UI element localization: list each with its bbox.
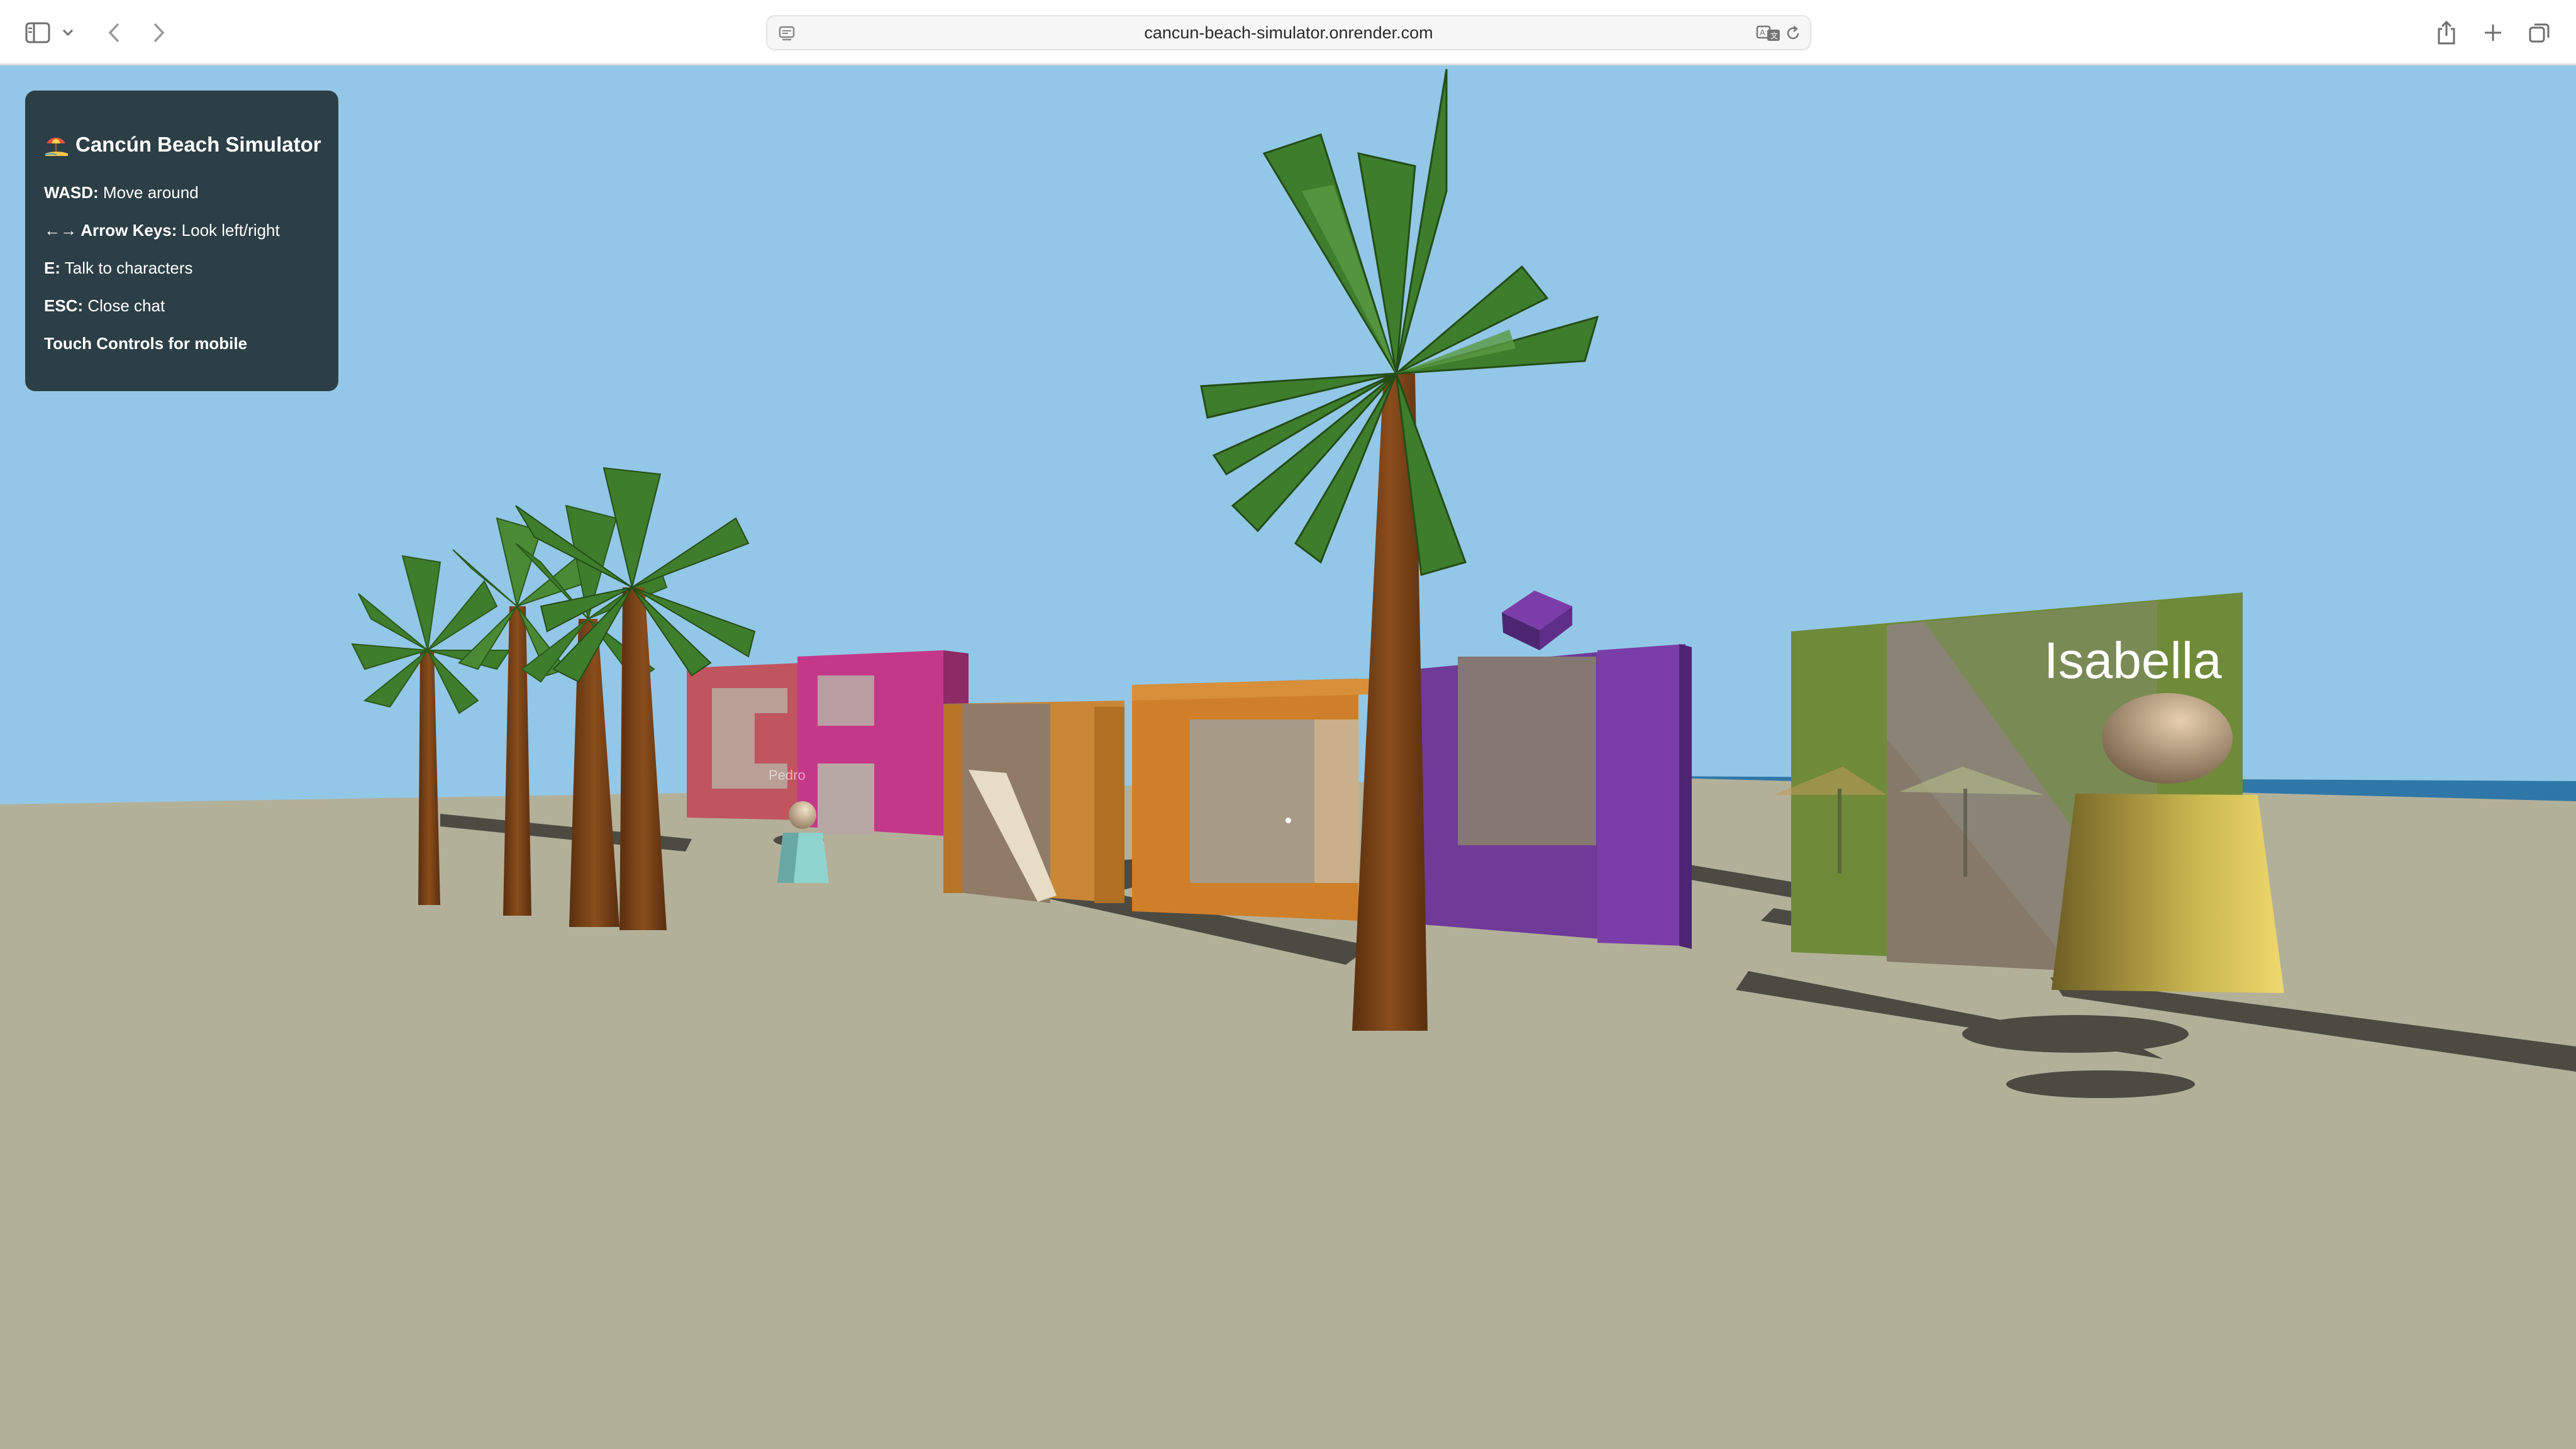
forward-icon[interactable] (140, 14, 177, 52)
npc-name-label: Isabella (2044, 632, 2222, 689)
mobile-note-text: Touch Controls for mobile (44, 334, 248, 353)
control-hint: E: Talk to characters (44, 249, 319, 287)
share-icon[interactable] (2428, 14, 2465, 52)
control-desc: Close chat (87, 296, 165, 315)
panel-title-text: Cancún Beach Simulator (75, 133, 321, 156)
control-key: E: (44, 258, 60, 277)
sign-letter-u (1415, 644, 1692, 949)
mobile-note: Touch Controls for mobile (44, 325, 319, 362)
control-key: ESC: (44, 296, 84, 315)
tab-overview-icon[interactable] (2521, 14, 2558, 52)
address-bar[interactable]: cancun-beach-simulator.onrender.com A文 (766, 15, 1811, 50)
control-hint: ←→ Arrow Keys: Look left/right (44, 211, 319, 249)
sign-letter-a (797, 650, 969, 839)
reload-icon[interactable] (1782, 23, 1804, 44)
panel-title: Cancún Beach Simulator (44, 132, 321, 157)
control-hint: WASD: Move around (44, 174, 319, 211)
translate-icon[interactable]: A文 (1755, 23, 1782, 44)
chevron-down-icon[interactable] (55, 14, 80, 52)
control-desc: Look left/right (181, 221, 280, 240)
beach-umbrella-icon (44, 132, 69, 157)
svg-text:文: 文 (1770, 31, 1778, 40)
new-tab-icon[interactable] (2474, 14, 2512, 52)
game-viewport[interactable]: Isabella Pedro (0, 65, 2576, 1449)
beach-scene[interactable] (0, 65, 2576, 1449)
control-hint: ESC: Close chat (44, 287, 319, 325)
back-icon[interactable] (96, 14, 133, 52)
url-text: cancun-beach-simulator.onrender.com (1144, 23, 1433, 42)
control-key: WASD: (44, 183, 99, 202)
sign-letter-c1 (687, 663, 804, 820)
control-key: ←→ Arrow Keys: (44, 221, 177, 240)
sign-letter-c2 (1132, 679, 1371, 921)
control-desc: Move around (103, 183, 199, 202)
svg-text:A: A (1760, 28, 1765, 37)
sidebar-icon[interactable] (19, 14, 57, 52)
controls-panel: Cancún Beach Simulator WASD: Move around… (25, 91, 338, 391)
sign-letter-n1 (943, 701, 1124, 903)
browser-toolbar: cancun-beach-simulator.onrender.com A文 (0, 0, 2576, 65)
npc-name-label: Pedro (769, 767, 806, 783)
control-desc: Talk to characters (64, 258, 193, 277)
crosshair (1285, 818, 1291, 823)
